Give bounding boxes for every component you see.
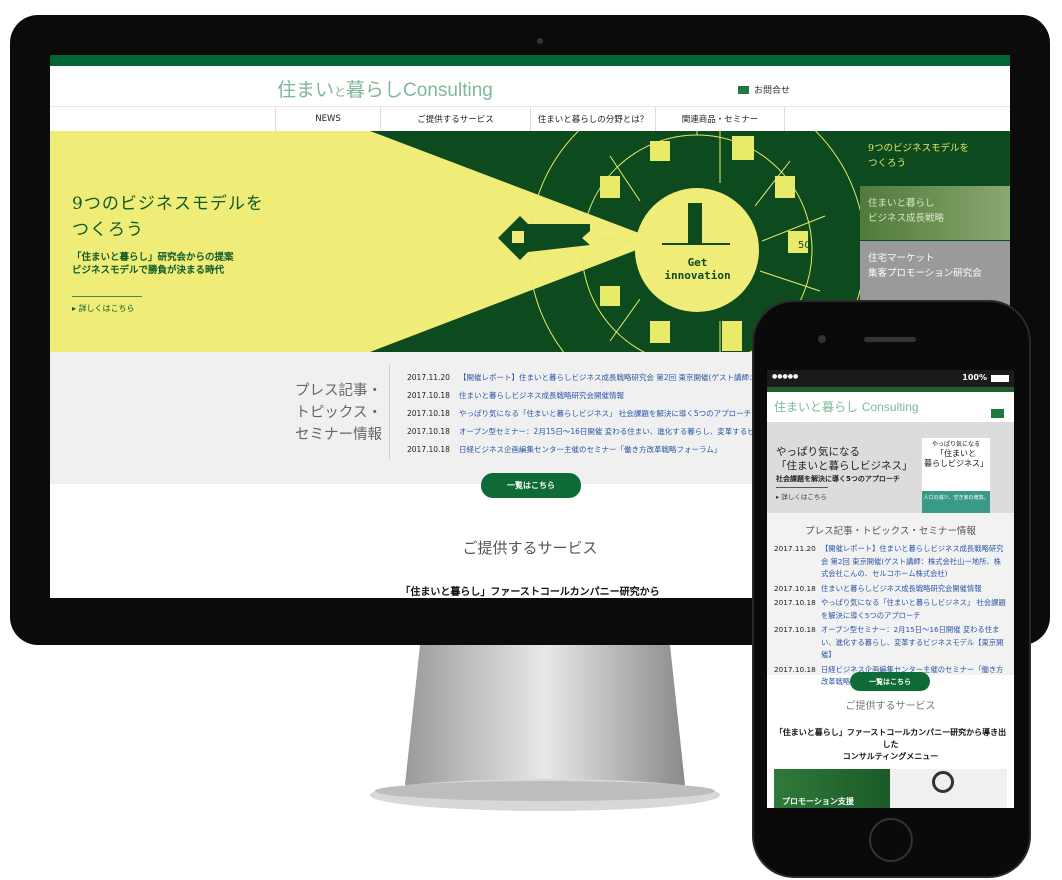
contact-link[interactable]: お問合せ	[738, 83, 790, 96]
mail-icon[interactable]	[991, 409, 1004, 418]
news-item[interactable]: 2017.10.18 住まいと暮らしビジネス成長戦略研究会開催情報	[407, 387, 800, 405]
mobile-news: プレス記事・トピックス・セミナー情報 2017.11.20 【開催レポート】住まい…	[767, 513, 1014, 686]
battery-icon	[991, 375, 1009, 382]
phone-camera	[818, 335, 826, 343]
mobile-hero[interactable]: やっぱり気になる 「住まいと暮らしビジネス」 社会課題を解決に導く5つのアプローチ…	[767, 422, 1014, 513]
hero-more-link[interactable]: ▸ 詳しくはこちら	[72, 296, 142, 314]
logo-text: と	[334, 85, 347, 99]
battery-level: 100%	[962, 373, 987, 382]
main-nav: NEWS ご提供するサービス 住まいと暮らしの分野とは？ 関連商品・セミナー	[50, 106, 1010, 131]
services-subtitle: 「住まいと暮らし」ファーストコールカンパニー研究から	[400, 587, 660, 598]
news-item[interactable]: 2017.10.18 オープン型セミナー：2月15日〜16日開催 変わる住まい、進…	[407, 423, 800, 441]
mail-icon	[738, 85, 749, 94]
logo-latin: Consulting	[403, 80, 493, 101]
camera	[537, 38, 543, 44]
mobile-more-link[interactable]: ▸ 詳しくはこちら	[776, 487, 828, 501]
news-list-button[interactable]: 一覧はこちら	[481, 473, 581, 498]
news-item[interactable]: 2017.11.20 【開催レポート】住まいと暮らしビジネス成長戦略研究会 第2回…	[407, 369, 800, 387]
news-item[interactable]: 2017.10.18 やっぱり気になる「住まいと暮らしビジネス」 社会課題を解決に…	[774, 597, 1007, 622]
home-button[interactable]	[869, 818, 913, 862]
hero-subtitle: 「住まいと暮らし」研究会からの提案 ビジネスモデルで勝負が決まる時代	[72, 252, 234, 276]
logo-text: 暮らし	[346, 79, 404, 101]
services-title: ご提供するサービス	[845, 701, 936, 712]
nav-news[interactable]: NEWS	[275, 107, 380, 131]
phone-speaker	[864, 337, 916, 342]
side-tile-business-model[interactable]: 9つのビジネスモデルを つくろう	[860, 131, 1010, 185]
magnifier-icon	[932, 771, 954, 793]
top-bar	[50, 55, 1010, 66]
nav-field[interactable]: 住まいと暮らしの分野とは？	[530, 107, 655, 131]
news-item[interactable]: 2017.10.18 オープン型セミナー：2月15日〜16日開催 変わる住まい、進…	[774, 624, 1007, 662]
top-bar	[767, 387, 1014, 392]
mobile-logo[interactable]: 住まいと暮らし Consulting	[774, 398, 919, 415]
contact-label: お問合せ	[754, 86, 791, 96]
services-title: ご提供するサービス	[462, 539, 598, 557]
nav-services[interactable]: ご提供するサービス	[380, 107, 530, 131]
site-logo[interactable]: 住まいと暮らしConsulting	[277, 75, 493, 102]
news-list-button[interactable]: 一覧はこちら	[850, 672, 930, 691]
services-subtitle: 「住まいと暮らし」ファーストコールカンパニー研究から導き出した コンサルティングメ…	[774, 728, 1007, 761]
monitor-stand	[370, 645, 720, 811]
news-item[interactable]: 2017.10.18 やっぱり気になる「住まいと暮らしビジネス」 社会課題を解決に…	[407, 405, 800, 423]
badge-50: 50	[798, 240, 811, 251]
status-bar: ●●●●● 100%	[767, 370, 1014, 387]
service-tile-promotion[interactable]: プロモーション支援	[774, 769, 890, 808]
side-tile-growth[interactable]: 住まいと暮らし ビジネス成長戦略	[860, 186, 1010, 240]
news-title: プレス記事・トピックス・セミナー情報	[295, 383, 382, 443]
book-cover: やっぱり気になる 「住まいと 暮らしビジネス」 人口の減少、空き家の増加。	[922, 438, 990, 513]
news-title: プレス記事・トピックス・セミナー情報	[805, 526, 976, 537]
divider	[389, 364, 390, 459]
mobile-website: ●●●●● 100% 住まいと暮らし Consulting やっぱり気になる 「住…	[767, 370, 1014, 808]
news-item[interactable]: 2017.10.18 日経ビジネス企画編集センター主催のセミナー「働き方改革戦略フ…	[407, 441, 800, 459]
logo-text: 住まい	[277, 79, 335, 101]
get-innovation-label: Get innovation	[664, 256, 731, 282]
news-list: 2017.11.20 【開催レポート】住まいと暮らしビジネス成長戦略研究会 第2回…	[407, 369, 800, 459]
news-item[interactable]: 2017.10.18 住まいと暮らしビジネス成長戦略研究会開催情報	[774, 583, 1007, 596]
signal-icon: ●●●●●	[772, 373, 799, 380]
hero-title: 9つのビジネスモデルを つくろう	[72, 194, 264, 240]
news-item[interactable]: 2017.11.20 【開催レポート】住まいと暮らしビジネス成長戦略研究会 第2回…	[774, 543, 1007, 581]
nav-products[interactable]: 関連商品・セミナー	[655, 107, 785, 131]
service-tile-inspection[interactable]	[890, 769, 1007, 808]
